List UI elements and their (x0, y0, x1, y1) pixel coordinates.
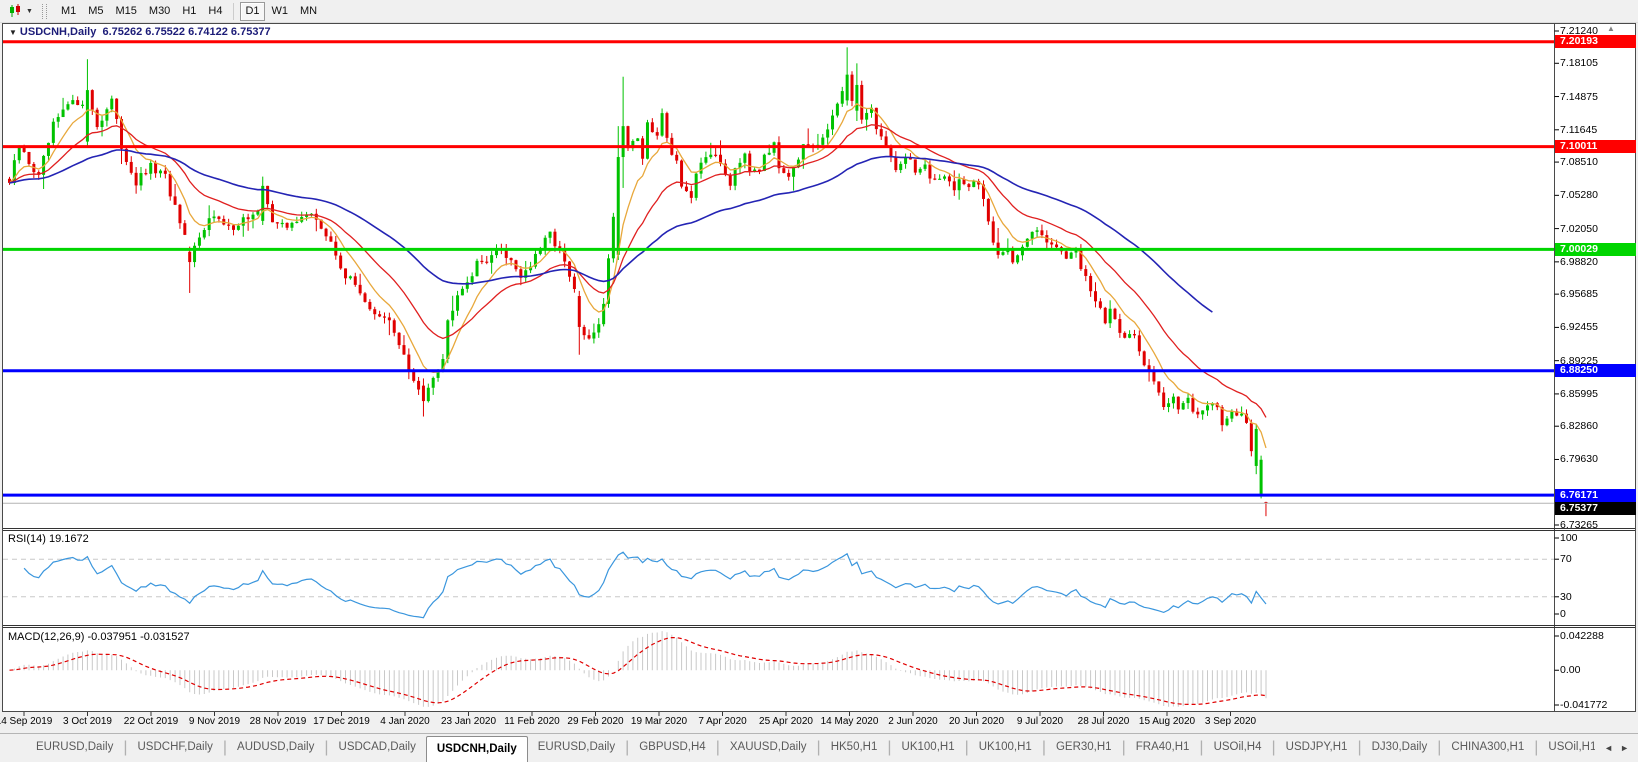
rsi-value: 19.1672 (49, 533, 89, 545)
date-label: 9 Jul 2020 (1017, 716, 1063, 727)
tab-gbpusd-h4[interactable]: GBPUSD,H4 (629, 734, 715, 762)
timeframe-button-w1[interactable]: W1 (267, 2, 294, 21)
timeframe-button-h1[interactable]: H1 (177, 2, 201, 21)
toolbar-separator (233, 3, 234, 20)
date-label: 29 Feb 2020 (567, 716, 623, 727)
price-tick-label: 7.08510 (1560, 156, 1598, 168)
symbol-tab-bar: EURUSD,Daily|USDCHF,Daily|AUDUSD,Daily|U… (0, 733, 1638, 762)
rsi-scale-label: 30 (1560, 591, 1572, 603)
tab-dj30-daily[interactable]: DJ30,Daily (1362, 734, 1438, 762)
timeframe-button-m30[interactable]: M30 (144, 2, 175, 21)
price-tag: 6.75377 (1555, 502, 1636, 515)
date-label: 23 Jan 2020 (441, 716, 496, 727)
date-label: 3 Sep 2020 (1205, 716, 1256, 727)
symbol-tabs: EURUSD,Daily|USDCHF,Daily|AUDUSD,Daily|U… (0, 734, 1595, 762)
macd-scale-label: 0.042288 (1560, 630, 1604, 642)
tab-audusd-daily[interactable]: AUDUSD,Daily (227, 734, 324, 762)
tab-scroll-right-icon[interactable]: ► (1620, 743, 1629, 753)
tab-eurusd-daily[interactable]: EURUSD,Daily (26, 734, 123, 762)
date-label: 4 Jan 2020 (380, 716, 430, 727)
date-label: 19 Mar 2020 (631, 716, 687, 727)
chart-periods-button[interactable]: ▼ (4, 3, 37, 19)
date-label: 22 Oct 2019 (124, 716, 178, 727)
tab-xauusd-daily[interactable]: XAUUSD,Daily (720, 734, 817, 762)
price-tick-label: 6.79630 (1560, 453, 1598, 465)
collapse-caret-icon[interactable]: ▼ (9, 28, 17, 37)
tab-uk100-h1[interactable]: UK100,H1 (892, 734, 965, 762)
chart-canvas[interactable] (2, 23, 1636, 712)
tab-usoil-h1[interactable]: USOil,H1 (1538, 734, 1595, 762)
tab-scroll-left-icon[interactable]: ◄ (1604, 743, 1613, 753)
rsi-scale-label: 100 (1560, 532, 1578, 544)
mt4-window: ▼ M1M5M15M30H1H4D1W1MN ▼USDCNH,Daily 6.7… (0, 0, 1638, 762)
price-tag: 7.00029 (1555, 243, 1636, 256)
macd-scale-label: 0.00 (1560, 664, 1580, 676)
date-label: 14 Sep 2019 (0, 716, 52, 727)
timeframe-buttons: M1M5M15M30H1H4 D1W1MN (55, 2, 323, 21)
date-label: 3 Oct 2019 (63, 716, 112, 727)
price-tag: 7.10011 (1555, 140, 1636, 153)
timeframe-button-m5[interactable]: M5 (83, 2, 108, 21)
tab-hk50-h1[interactable]: HK50,H1 (821, 734, 888, 762)
macd-scale-label: -0.041772 (1560, 699, 1607, 711)
tab-uk100-h1[interactable]: UK100,H1 (969, 734, 1042, 762)
price-tag: 7.20193 (1555, 35, 1636, 48)
date-label: 20 Jun 2020 (949, 716, 1004, 727)
rsi-scale-label: 0 (1560, 608, 1566, 620)
scroll-up-icon[interactable]: ▲ (1607, 24, 1615, 33)
tab-usdchf-daily[interactable]: USDCHF,Daily (127, 734, 222, 762)
rsi-label: RSI(14) 19.1672 (8, 533, 89, 545)
tab-usdcad-daily[interactable]: USDCAD,Daily (329, 734, 426, 762)
date-label: 28 Jul 2020 (1078, 716, 1130, 727)
tab-china300-h1[interactable]: CHINA300,H1 (1441, 734, 1534, 762)
chevron-down-icon: ▼ (26, 8, 33, 15)
macd-values: -0.037951 -0.031527 (87, 631, 189, 643)
price-tag: 6.76171 (1555, 489, 1636, 502)
date-label: 15 Aug 2020 (1139, 716, 1195, 727)
price-tick-label: 6.95685 (1560, 288, 1598, 300)
price-tick-label: 7.05280 (1560, 189, 1598, 201)
price-tick-label: 6.98820 (1560, 256, 1598, 268)
price-tick-label: 6.92455 (1560, 321, 1598, 333)
date-label: 11 Feb 2020 (504, 716, 559, 727)
date-label: 17 Dec 2019 (313, 716, 370, 727)
date-label: 25 Apr 2020 (759, 716, 813, 727)
tab-ger30-h1[interactable]: GER30,H1 (1046, 734, 1122, 762)
date-label: 7 Apr 2020 (698, 716, 746, 727)
price-tick-label: 7.02050 (1560, 223, 1598, 235)
tab-eurusd-daily[interactable]: EURUSD,Daily (528, 734, 625, 762)
date-label: 28 Nov 2019 (250, 716, 307, 727)
macd-label: MACD(12,26,9) -0.037951 -0.031527 (8, 631, 190, 643)
price-tag: 6.88250 (1555, 364, 1636, 377)
timeframe-button-mn[interactable]: MN (295, 2, 322, 21)
price-tick-label: 7.14875 (1560, 91, 1598, 103)
date-label: 2 Jun 2020 (888, 716, 938, 727)
timeframe-button-m15[interactable]: M15 (111, 2, 142, 21)
tab-usdcnh-daily[interactable]: USDCNH,Daily (426, 736, 528, 762)
timeframe-button-d1[interactable]: D1 (240, 2, 264, 21)
timeframe-button-m1[interactable]: M1 (56, 2, 81, 21)
date-label: 9 Nov 2019 (189, 716, 240, 727)
price-tick-label: 7.18105 (1560, 57, 1598, 69)
tab-usoil-h4[interactable]: USOil,H4 (1204, 734, 1272, 762)
tab-fra40-h1[interactable]: FRA40,H1 (1126, 734, 1200, 762)
date-label: 14 May 2020 (821, 716, 879, 727)
timeframe-button-h4[interactable]: H4 (203, 2, 227, 21)
toolbar-grip[interactable] (42, 4, 47, 19)
toolbar: ▼ M1M5M15M30H1H4 D1W1MN (0, 0, 1638, 23)
symbol-timeframe: USDCNH,Daily (20, 26, 96, 38)
price-tick-label: 6.82860 (1560, 420, 1598, 432)
chart-title: ▼USDCNH,Daily 6.75262 6.75522 6.74122 6.… (9, 26, 271, 38)
price-tick-label: 6.85995 (1560, 388, 1598, 400)
tab-usdjpy-h1[interactable]: USDJPY,H1 (1276, 734, 1358, 762)
candlestick-chart-icon (8, 4, 23, 18)
price-tick-label: 7.11645 (1560, 124, 1597, 136)
rsi-scale-label: 70 (1560, 553, 1572, 565)
price-tick-label: 6.73265 (1560, 519, 1598, 531)
ohlc-values: 6.75262 6.75522 6.74122 6.75377 (102, 26, 270, 38)
